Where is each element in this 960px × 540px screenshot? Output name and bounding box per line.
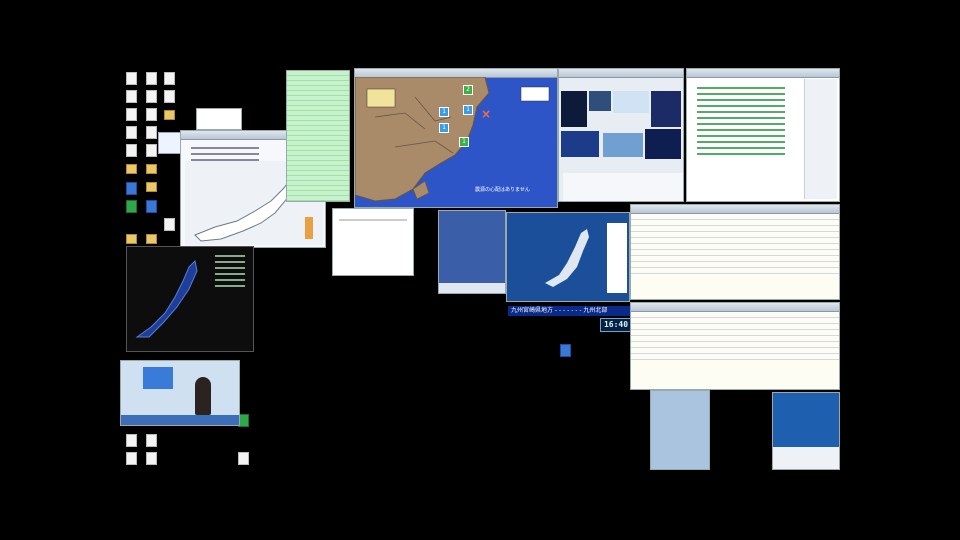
broadcast-window[interactable]	[772, 392, 840, 470]
titlebar[interactable]	[687, 69, 839, 78]
file-icon[interactable]	[164, 72, 175, 85]
thumbnail[interactable]	[651, 91, 681, 127]
file-icon[interactable]	[164, 90, 175, 103]
app-icon[interactable]	[126, 182, 137, 195]
file-icon[interactable]	[146, 126, 157, 139]
app-icon[interactable]	[560, 344, 571, 357]
file-icon[interactable]	[126, 90, 137, 103]
thumbnail[interactable]	[613, 91, 649, 113]
japan-broadcast-map	[507, 213, 629, 301]
file-icon[interactable]	[126, 126, 137, 139]
anchor-figure	[195, 377, 211, 415]
seismograph-window[interactable]	[650, 390, 710, 470]
intensity-marker: 1	[439, 123, 449, 133]
form-area	[563, 173, 683, 201]
folder-icon[interactable]	[126, 164, 137, 174]
grid-window[interactable]	[286, 70, 350, 202]
desktop: 2 1 1 1 1 × 震源の心配はありません 九州宮崎県地方 - - - - …	[120, 68, 840, 470]
intensity-marker: 1	[463, 105, 473, 115]
seismograph-window[interactable]	[438, 210, 506, 294]
news-ticker: 九州宮崎県地方 - - - - - - - 九州北部	[508, 306, 632, 316]
folder-icon[interactable]	[146, 164, 157, 174]
broadcast-window[interactable]	[506, 212, 630, 302]
titlebar[interactable]	[631, 303, 839, 312]
file-icon[interactable]	[126, 434, 137, 447]
radar-map	[135, 259, 198, 338]
file-icon[interactable]	[146, 72, 157, 85]
status-bar	[439, 283, 505, 293]
file-icon[interactable]	[126, 144, 137, 157]
folder-icon[interactable]	[146, 182, 157, 192]
titlebar[interactable]	[631, 205, 839, 214]
radar-window[interactable]	[126, 246, 254, 352]
app-icon[interactable]	[146, 200, 157, 213]
log-panel	[209, 251, 251, 349]
file-icon[interactable]	[146, 434, 157, 447]
chat-log-window[interactable]	[686, 68, 840, 202]
folder-icon[interactable]	[126, 234, 137, 244]
epicenter-mark: ×	[481, 107, 492, 121]
caption-area	[773, 447, 839, 469]
file-icon[interactable]	[126, 72, 137, 85]
earthquake-map-window[interactable]: 2 1 1 1 1 × 震源の心配はありません	[354, 68, 558, 208]
file-icon[interactable]	[146, 90, 157, 103]
intensity-marker: 1	[439, 107, 449, 117]
file-icon[interactable]	[146, 452, 157, 465]
thumbnail[interactable]	[561, 91, 587, 127]
file-icon[interactable]	[146, 108, 157, 121]
file-icon[interactable]	[164, 218, 175, 231]
folder-icon[interactable]	[146, 234, 157, 244]
file-icon[interactable]	[126, 452, 137, 465]
app-icon[interactable]	[126, 200, 137, 213]
file-icon[interactable]	[146, 144, 157, 157]
blank-window[interactable]	[332, 208, 414, 276]
thumbnails-window[interactable]	[558, 68, 684, 202]
note-window[interactable]	[196, 108, 242, 130]
side-panel	[804, 79, 837, 199]
thumbnail[interactable]	[645, 129, 681, 159]
data-list-window[interactable]	[630, 204, 840, 300]
thumbnail[interactable]	[561, 131, 599, 157]
thumbnail[interactable]	[589, 91, 611, 111]
file-icon[interactable]	[126, 108, 137, 121]
map-caption: 震源の心配はありません	[475, 187, 530, 193]
studio-screen	[143, 367, 173, 389]
data-list-window[interactable]	[630, 302, 840, 390]
file-icon[interactable]	[238, 452, 249, 465]
clock: 16:40	[600, 318, 632, 332]
intensity-marker: 1	[459, 137, 469, 147]
lower-third	[121, 415, 239, 425]
thumbnail[interactable]	[603, 133, 643, 157]
intensity-marker: 2	[463, 85, 473, 95]
titlebar[interactable]	[559, 69, 683, 78]
news-video-window[interactable]	[120, 360, 240, 426]
folder-icon[interactable]	[164, 110, 175, 120]
